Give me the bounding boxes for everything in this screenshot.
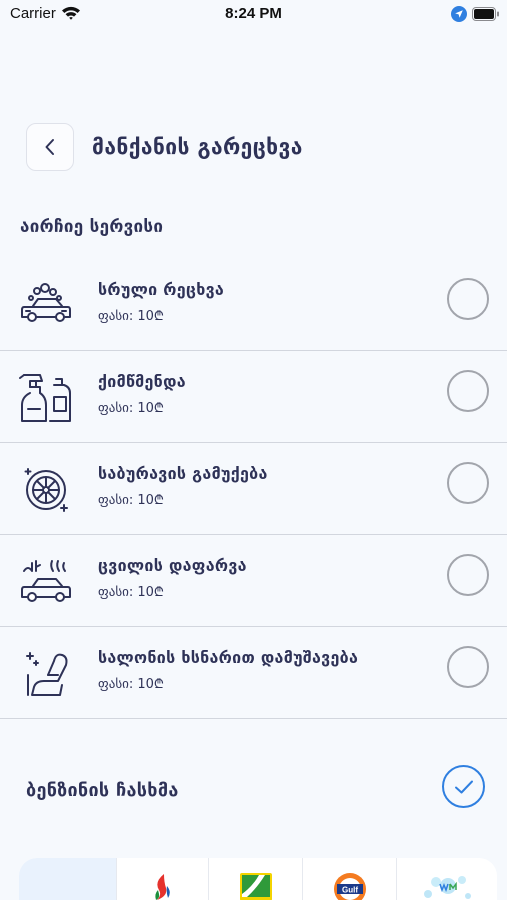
- battery-icon: [472, 7, 499, 21]
- service-name: ქიმწმენდა: [98, 372, 186, 391]
- service-row-dry-cleaning[interactable]: ქიმწმენდა ფასი: 10₾: [0, 351, 507, 443]
- service-price: ფასი: 10₾: [98, 585, 164, 600]
- location-icon: [451, 6, 467, 22]
- wash-logo: [424, 876, 471, 899]
- brand-item-socar[interactable]: [117, 858, 209, 900]
- checkmark-icon: [454, 780, 473, 793]
- gulf-logo: Gulf: [333, 873, 366, 900]
- wissol-logo: [239, 873, 272, 900]
- chevron-left-icon: [45, 139, 54, 155]
- status-bar: Carrier 8:24 PM: [0, 0, 507, 30]
- service-radio[interactable]: [447, 646, 489, 688]
- service-row-wax-coating[interactable]: ცვილის დაფარვა ფასი: 10₾: [0, 535, 507, 627]
- car-wash-icon: [21, 283, 71, 322]
- service-radio[interactable]: [447, 462, 489, 504]
- brand-item-gulf[interactable]: Gulf: [303, 858, 397, 900]
- clock: 8:24 PM: [225, 5, 282, 22]
- socar-logo: [154, 874, 170, 900]
- brand-item-selected[interactable]: [19, 858, 117, 900]
- brand-item-wash[interactable]: [397, 858, 497, 900]
- service-name: საბურავის გამუქება: [98, 464, 268, 483]
- service-row-tire-shine[interactable]: საბურავის გამუქება ფასი: 10₾: [0, 443, 507, 535]
- service-name: ცვილის დაფარვა: [98, 556, 247, 575]
- services-section-label: აირჩიე სერვისი: [20, 217, 164, 237]
- gulf-logo-text: Gulf: [342, 886, 358, 895]
- page-title: მანქანის გარეცხვა: [92, 135, 303, 159]
- brand-item-wissol[interactable]: [209, 858, 303, 900]
- service-price: ფასი: 10₾: [98, 309, 164, 324]
- cleaning-bottles-icon: [19, 374, 71, 422]
- service-name: სალონის ხსნარით დამუშავება: [98, 648, 359, 667]
- service-radio[interactable]: [447, 370, 489, 412]
- services-list: სრული რეცხვა ფასი: 10₾ ქიმწმენდა ფასი: 1…: [0, 259, 507, 719]
- fuel-checkbox[interactable]: [442, 765, 485, 808]
- service-price: ფასი: 10₾: [98, 401, 164, 416]
- tire-icon: [24, 468, 68, 512]
- car-wax-icon: [21, 560, 71, 602]
- service-price: ფასი: 10₾: [98, 677, 164, 692]
- back-button[interactable]: [26, 123, 74, 171]
- service-row-interior-treatment[interactable]: სალონის ხსნარით დამუშავება ფასი: 10₾: [0, 627, 507, 719]
- service-row-full-wash[interactable]: სრული რეცხვა ფასი: 10₾: [0, 259, 507, 351]
- car-seat-icon: [26, 652, 68, 696]
- service-name: სრული რეცხვა: [98, 280, 225, 299]
- service-price: ფასი: 10₾: [98, 493, 164, 508]
- fuel-brands-strip: Gulf: [19, 858, 497, 900]
- fuel-option-label: ბენზინის ჩასხმა: [26, 780, 179, 801]
- service-radio[interactable]: [447, 278, 489, 320]
- service-radio[interactable]: [447, 554, 489, 596]
